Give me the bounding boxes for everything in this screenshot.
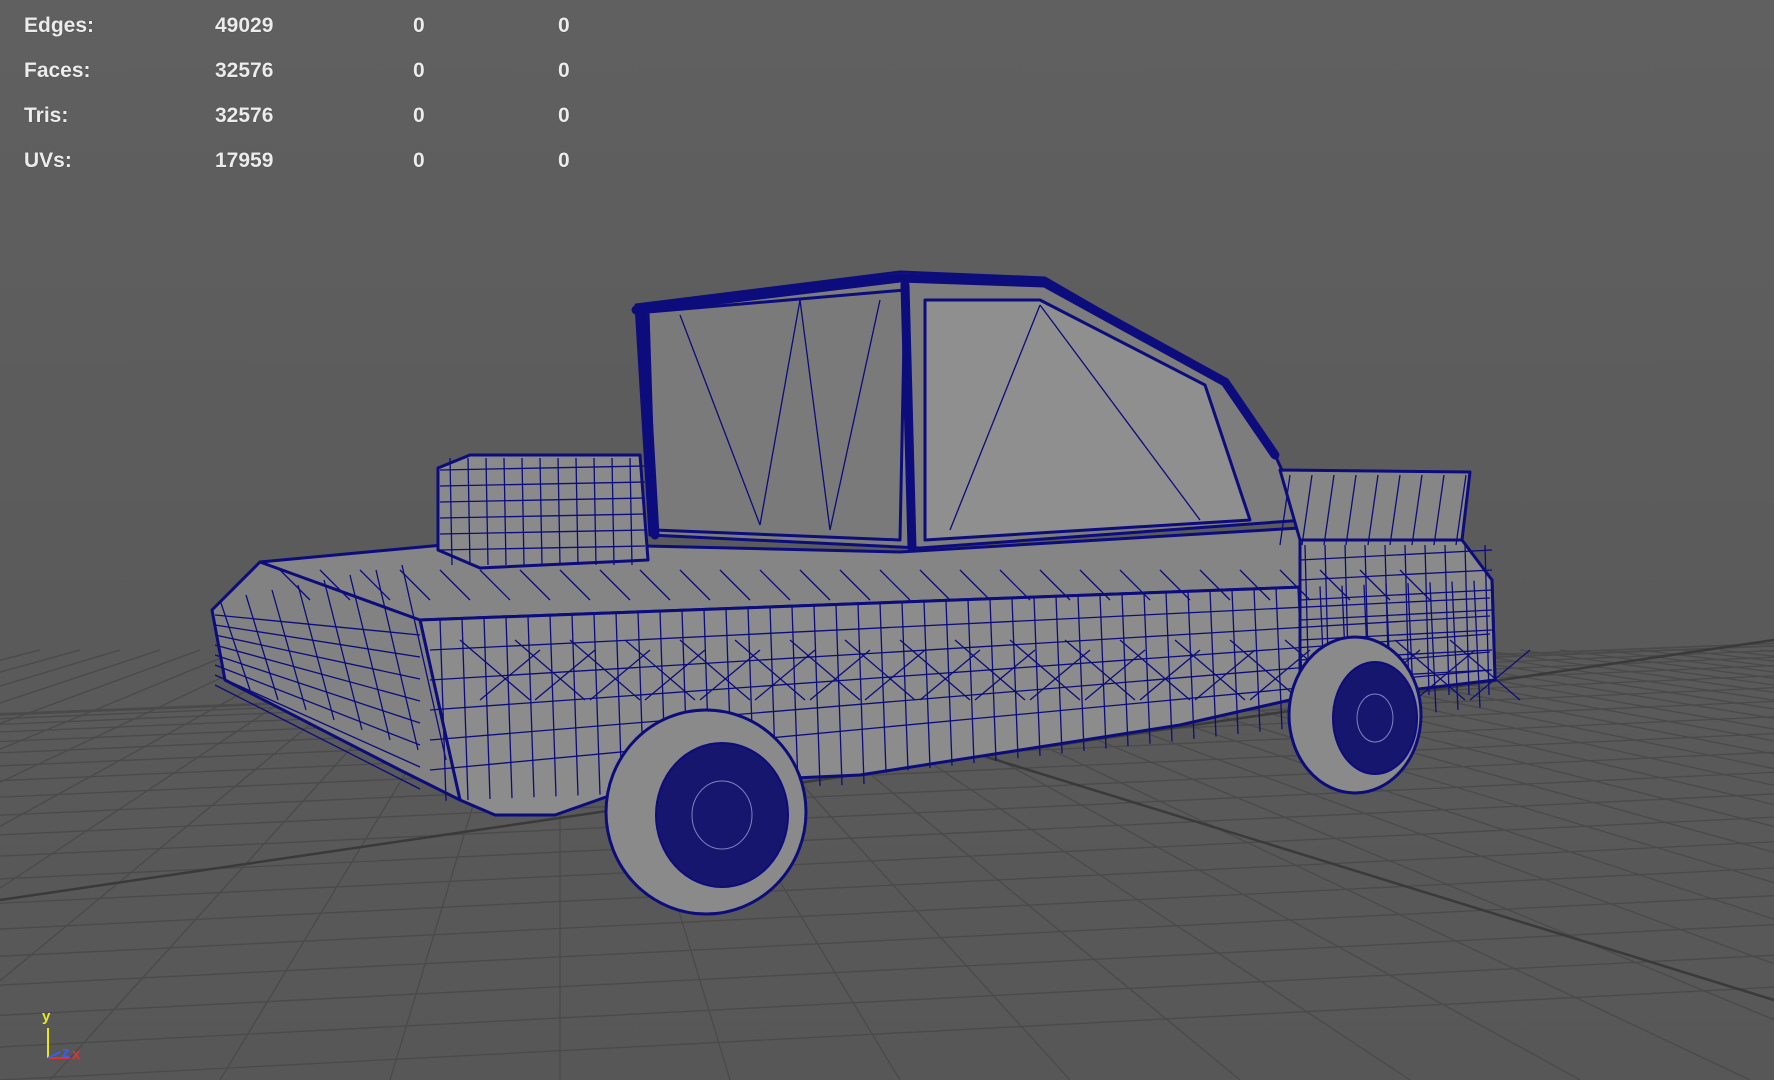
hud-total: 32576	[215, 59, 274, 82]
hud-selected: 0	[413, 59, 425, 82]
hud-row-faces: Faces: 32576 0 0	[24, 53, 604, 98]
hud-selected: 0	[413, 149, 425, 172]
hud-total: 49029	[215, 14, 274, 37]
3d-viewport[interactable]: Edges: 49029 0 0 Faces: 32576 0 0 Tris: …	[0, 0, 1774, 1080]
hud-extra: 0	[558, 14, 570, 37]
axis-y-label: y	[42, 1008, 51, 1025]
hud-total: 32576	[215, 104, 274, 127]
hud-extra: 0	[558, 104, 570, 127]
hud-selected: 0	[413, 14, 425, 37]
hud-label: UVs:	[24, 149, 72, 172]
hud-extra: 0	[558, 149, 570, 172]
axis-x-label: x	[72, 1046, 81, 1063]
axis-gizmo-icon: y x z	[36, 1008, 96, 1068]
axis-z-label: z	[62, 1044, 70, 1061]
hud-row-uvs: UVs: 17959 0 0	[24, 143, 604, 188]
hud-selected: 0	[413, 104, 425, 127]
front-right-wheel	[1287, 635, 1423, 795]
hud-row-tris: Tris: 32576 0 0	[24, 98, 604, 143]
hud-row-edges: Edges: 49029 0 0	[24, 8, 604, 53]
hud-total: 17959	[215, 149, 274, 172]
hud-extra: 0	[558, 59, 570, 82]
rear-window	[646, 288, 907, 542]
side-window	[923, 298, 1252, 542]
hud-label: Edges:	[24, 14, 95, 37]
poly-count-hud: Edges: 49029 0 0 Faces: 32576 0 0 Tris: …	[24, 8, 604, 188]
hud-label: Tris:	[24, 104, 69, 127]
rear-left-wheel	[604, 708, 808, 916]
hud-label: Faces:	[24, 59, 91, 82]
